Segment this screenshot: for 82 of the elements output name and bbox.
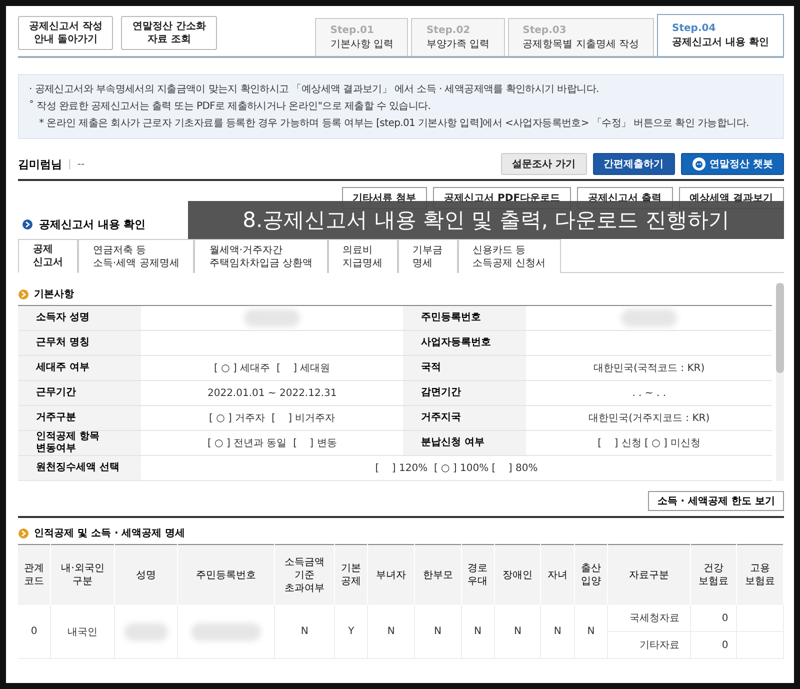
nav-button[interactable]: 연말정산 간소화 자료 조회 (121, 16, 217, 50)
notice-text: * 온라인 제출은 회사가 근로자 기초자료를 등록한 경우 가능하며 등록 여부는 [step.01 기본사항 입력]에서 <사업자등록번호> 「수정」 버튼으로 확인 가능합니다. (38, 117, 750, 130)
column-header: 자녀 (540, 544, 574, 605)
field-label: 거주지국 (403, 406, 526, 430)
document-tab[interactable]: 연금저축 등 소득·세액 공제명세 (78, 239, 194, 273)
table-cell: N (494, 605, 541, 658)
column-header: 출산 입양 (574, 544, 608, 605)
field-label: 국적 (403, 356, 526, 380)
column-header: 부녀자 (368, 544, 414, 605)
bullet-icon (18, 288, 29, 300)
table-cell: 0 (18, 605, 51, 658)
field-value: [ ] 신청 [ ○ ] 미신청 (526, 430, 772, 456)
field-value: [ ○ ] 세대주 [ ] 세대원 (141, 356, 404, 380)
nav-button[interactable]: 공제신고서 작성 안내 돌아가기 (18, 16, 114, 50)
field-value: [ ○ ] 전년과 동일 [ ] 변동 (141, 430, 404, 456)
field-label: 근무처 명칭 (18, 330, 141, 356)
column-header: 성명 (114, 544, 178, 605)
column-header: 고용 보험료 (736, 544, 784, 605)
column-header: 장애인 (494, 544, 541, 605)
column-header: 주민등록번호 (177, 544, 275, 605)
separator-text: | (68, 158, 72, 170)
document-tab[interactable]: 신용카드 등 소득공제 신청서 (458, 239, 561, 273)
column-header: 경로 우대 (461, 544, 494, 605)
step-tab[interactable]: Step.03 공제항목별 지출명세 작성 (508, 18, 654, 56)
caption-overlay: 8.공제신고서 내용 확인 및 출력, 다운로드 진행하기 (188, 201, 784, 239)
header-button[interactable]: 간편제출하기 (592, 153, 675, 175)
table-cell: N (368, 605, 414, 658)
document-tab[interactable]: 월세액·거주자간 주택임차차입금 상환액 (194, 239, 328, 273)
table-cell: N (461, 605, 494, 658)
subsection-title: 인적공제 및 소득 · 세액공제 명세 (34, 527, 186, 540)
user-name: 김미럼님 (18, 156, 62, 172)
step-tab[interactable]: Step.04 공제신고서 내용 확인 (657, 14, 784, 56)
table-cell: N (414, 605, 462, 658)
table-cell: 국세청자료 (608, 605, 690, 632)
field-value: . . ~ . . (526, 380, 772, 406)
column-header: 관계 코드 (18, 544, 51, 605)
column-header: 내·외국인 구분 (50, 544, 115, 605)
document-tab[interactable]: 기부금 명세 (398, 239, 458, 273)
chatbot-icon (692, 157, 706, 171)
field-value: [ ○ ] 거주자 [ ] 비거주자 (141, 406, 404, 430)
field-label: 근무기간 (18, 380, 141, 406)
table-cell: N (540, 605, 574, 658)
subsection-title: 기본사항 (34, 288, 74, 301)
column-header: 기본 공제 (334, 544, 368, 605)
table-cell: 내국인 (50, 605, 115, 658)
column-header: 소득금액 기준 초과여부 (274, 544, 335, 605)
field-label: 분납신청 여부 (403, 430, 526, 456)
column-header: 한부모 (414, 544, 462, 605)
table-cell: 0 (690, 605, 737, 632)
field-label: 주민등록번호 (403, 306, 526, 330)
chatbot-button[interactable]: 연말정산 챗봇 (680, 153, 784, 175)
bullet-icon (22, 218, 33, 230)
table-cell: 0 (690, 632, 737, 658)
document-tab[interactable]: 공제 신고서 (18, 239, 78, 273)
table-cell: 기타자료 (608, 632, 690, 658)
table-cell: Y (334, 605, 368, 658)
column-header: 자료구분 (608, 544, 690, 605)
field-label: 소득자 성명 (18, 306, 141, 330)
step-tab[interactable]: Step.02 부양가족 입력 (411, 18, 505, 56)
field-label: 감면기간 (403, 380, 526, 406)
field-value: [ ] 120% [ ○ ] 100% [ ] 80% (141, 456, 772, 480)
field-label: 인적공제 항목 변동여부 (18, 430, 141, 456)
table-cell: N (574, 605, 608, 658)
field-value: 2022.01.01 ~ 2022.12.31 (141, 380, 404, 406)
user-info: -- (77, 158, 85, 170)
notice-text: · 공제신고서와 부속명세서의 지출금액이 맞는지 확인하시고 「예상세액 결과보기」 에서 소득 · 세액공제액를 확인하시기 바랍니다. (29, 83, 600, 96)
scrollbar[interactable] (776, 283, 784, 481)
field-label: 사업자등록번호 (403, 330, 526, 356)
field-label: 원천징수세액 선택 (18, 456, 141, 480)
table-cell: N (274, 605, 335, 658)
field-value: 대한민국(국적코드 : KR) (526, 356, 772, 380)
field-label: 거주구분 (18, 406, 141, 430)
field-label: 세대주 여부 (18, 356, 141, 380)
header-button[interactable]: 설문조사 가기 (501, 153, 587, 175)
limit-button[interactable]: 소득 · 세액공제 한도 보기 (648, 491, 784, 511)
document-tab[interactable]: 의료비 지급명세 (328, 239, 398, 273)
section-title: 공제신고서 내용 확인 (39, 216, 146, 232)
bullet-icon (18, 528, 29, 538)
column-header: 건강 보험료 (690, 544, 737, 605)
step-tab[interactable]: Step.01 기본사항 입력 (315, 18, 408, 56)
notice-text: ˚ 작성 완료한 공제신고서는 출력 또는 PDF로 제출하시거나 온라인"으로 제출할 수 있습니다. (29, 100, 432, 113)
field-value: 대한민국(거주지코드 : KR) (526, 406, 772, 430)
